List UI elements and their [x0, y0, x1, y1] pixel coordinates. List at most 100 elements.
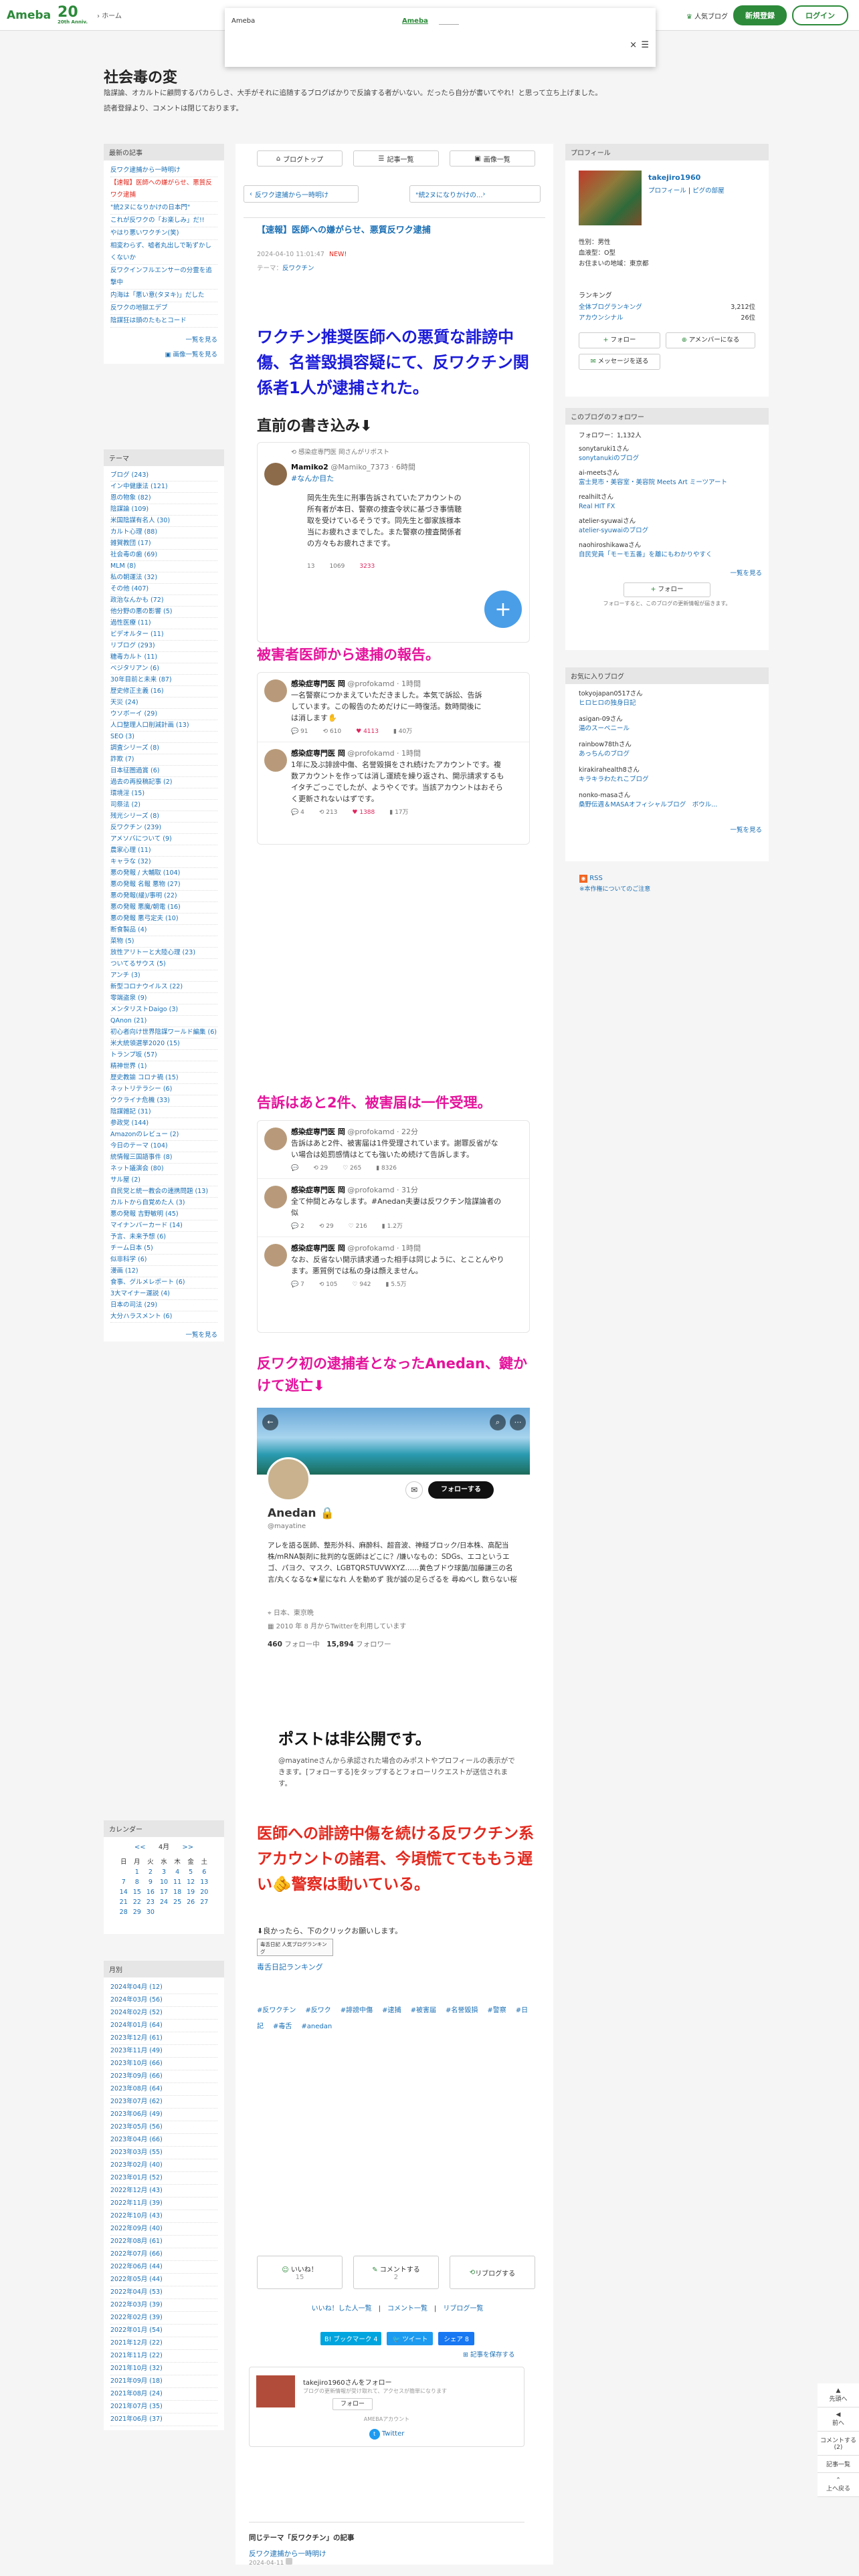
month-item[interactable]: 2023年03月 (55)	[110, 2147, 217, 2159]
follower-blog[interactable]: Real HIT FX	[579, 502, 755, 512]
month-item[interactable]: 2023年10月 (66)	[110, 2058, 217, 2070]
popular-blogs-link[interactable]: ♛ 人気ブログ	[686, 11, 728, 21]
follow-button[interactable]: フォローする	[428, 1481, 494, 1499]
theme-item[interactable]: 残光シリーズ (8)	[110, 811, 217, 823]
theme-item[interactable]: その他 (407)	[110, 584, 217, 595]
calendar-day[interactable]: 27	[197, 1897, 211, 1907]
favorite-item[interactable]: nonko-masaさん 桑野伝週＆MASAオフィシャルブログ ボウル...	[579, 791, 755, 810]
month-item[interactable]: 2024年04月 (12)	[110, 1981, 217, 1994]
month-item[interactable]: 2021年06月 (37)	[110, 2413, 217, 2426]
signup-button[interactable]: 新規登録	[733, 5, 787, 25]
amember-button[interactable]: ⊕ アメンバーになる	[666, 332, 755, 348]
to-top-button[interactable]: ▲ 先頭へ	[818, 2383, 859, 2407]
theme-link[interactable]: 反ワクチン	[282, 265, 314, 272]
theme-item[interactable]: サル屋 (2)	[110, 1175, 217, 1186]
pig-room-link[interactable]: ピグの部屋	[692, 187, 725, 195]
home-link[interactable]: › ホーム	[97, 10, 122, 20]
calendar-next[interactable]: >>	[182, 1844, 193, 1851]
theme-item[interactable]: 悪の発報(緩)/事明 (22)	[110, 891, 217, 902]
recent-post-item[interactable]: やはり悪いワクチン(笑)	[110, 227, 217, 240]
calendar-day[interactable]	[117, 1867, 130, 1877]
theme-item[interactable]: キャラな (32)	[110, 857, 217, 868]
calendar-day[interactable]: 4	[171, 1867, 184, 1877]
theme-item[interactable]: 3大マイナー運説 (4)	[110, 1289, 217, 1300]
theme-item[interactable]: 食事、グルメレポート (6)	[110, 1277, 217, 1289]
theme-item[interactable]: 過去の再投稿記事 (2)	[110, 777, 217, 788]
theme-item[interactable]: 悪の発報 吉野敏明 (45)	[110, 1209, 217, 1220]
recent-more-link[interactable]: 一覧を見る	[104, 332, 224, 346]
popup-ameba-link[interactable]: Ameba	[402, 17, 428, 25]
theme-item[interactable]: メンタリストDaigo (3)	[110, 1004, 217, 1016]
theme-item[interactable]: Amazonのレビュー (2)	[110, 1130, 217, 1141]
images-more-link[interactable]: ▣ 画像一覧を見る	[104, 346, 224, 364]
like-list-link[interactable]: いいね！した人一覧	[312, 2305, 372, 2313]
theme-item[interactable]: イン中健康法 (121)	[110, 481, 217, 493]
theme-item[interactable]: アメソバについて (9)	[110, 834, 217, 845]
follow-button-2[interactable]: + フォロー	[624, 582, 710, 597]
theme-item[interactable]: トランプ坂 (57)	[110, 1050, 217, 1061]
calendar-day[interactable]: 28	[117, 1907, 130, 1917]
month-item[interactable]: 2021年12月 (22)	[110, 2337, 217, 2350]
tweet-item[interactable]: 感染症専門医 岡 @profokamd · 1時間 一名警察につかまえていただき…	[258, 673, 529, 742]
same-theme-item[interactable]: 反ワク逮捕から一時明け	[249, 2549, 326, 2559]
tab-article-list[interactable]: ☰ 記事一覧	[353, 150, 439, 167]
theme-item[interactable]: ビデオルター (11)	[110, 629, 217, 641]
theme-item[interactable]: 糖毒カルト (11)	[110, 652, 217, 663]
theme-item[interactable]: 新型コロナウイルス (22)	[110, 982, 217, 993]
calendar-day[interactable]: 15	[130, 1887, 144, 1897]
tweet-button[interactable]: 🐦 ツイート	[387, 2332, 434, 2345]
calendar-day[interactable]: 3	[157, 1867, 171, 1877]
rss-link[interactable]: ◉ RSS	[579, 875, 650, 883]
month-item[interactable]: 2024年01月 (64)	[110, 2020, 217, 2032]
side-back-top[interactable]: ⌃ 上へ戻る	[818, 2473, 859, 2497]
recent-post-item[interactable]: 相変わらず、嘘者丸出しで恥ずかしくないか	[110, 240, 217, 265]
profile-photo[interactable]	[579, 171, 642, 225]
close-icon[interactable]: ×	[630, 40, 637, 50]
calendar-day[interactable]	[197, 1907, 211, 1917]
theme-item[interactable]: 悪の発報 悪魔/朝電 (16)	[110, 902, 217, 914]
recent-post-item[interactable]: 内海は「悪い意(タヌキ)」だした	[110, 290, 217, 302]
month-item[interactable]: 2022年10月 (43)	[110, 2210, 217, 2223]
favorite-blog[interactable]: 桑野伝週＆MASAオフィシャルブログ ボウル...	[579, 800, 755, 810]
profile-name-link[interactable]: takejiro1960	[648, 173, 700, 182]
month-item[interactable]: 2022年05月 (44)	[110, 2274, 217, 2286]
favorite-item[interactable]: asigan-09さん 湯のスーベニール	[579, 715, 755, 734]
theme-item[interactable]: 放性アリトーと大陸心理 (23)	[110, 948, 217, 959]
theme-item[interactable]: 似非科学 (6)	[110, 1255, 217, 1266]
theme-item[interactable]: 他分野の悪の影響 (5)	[110, 607, 217, 618]
follower-blog[interactable]: 富士見市・美容室・美容院 Meets Art ミーツアート	[579, 478, 755, 488]
hashtag[interactable]: #逮捕	[382, 2007, 401, 2014]
search-icon[interactable]: ⌕	[490, 1414, 506, 1430]
calendar-day[interactable]	[184, 1907, 197, 1917]
login-button[interactable]: ログイン	[792, 5, 848, 25]
side-article-list[interactable]: 記事一覧	[818, 2456, 859, 2473]
prev-post-button[interactable]: ‹ 反ワク逮捕から一時明け	[244, 185, 359, 203]
recent-post-item[interactable]: 反ワクインフルエンサーの分霊を追撃中	[110, 265, 217, 290]
favorite-item[interactable]: rainbow78thさん あっちんのブログ	[579, 740, 755, 759]
theme-item[interactable]: 司祭法 (2)	[110, 800, 217, 811]
theme-item[interactable]: ウクライナ危機 (33)	[110, 1095, 217, 1107]
favorite-item[interactable]: kirakirahealth8さん キラキラわたれこブログ	[579, 766, 755, 784]
theme-item[interactable]: カルト心理 (88)	[110, 527, 217, 538]
follower-item[interactable]: atelier-syuwaiさん atelier-syuwaiのブログ	[579, 517, 755, 536]
calendar-day[interactable]: 19	[184, 1887, 197, 1897]
theme-item[interactable]: 米国陰謀有名人 (30)	[110, 516, 217, 527]
theme-item[interactable]: 農家心理 (11)	[110, 845, 217, 857]
theme-item[interactable]: ベジタリアン (6)	[110, 663, 217, 675]
theme-item[interactable]: 菜物 (5)	[110, 936, 217, 948]
theme-item[interactable]: 大分ハラスメント (6)	[110, 1311, 217, 1323]
themes-more-link[interactable]: 一覧を見る	[104, 1327, 224, 1341]
comment-list-link[interactable]: コメント一覧	[387, 2305, 427, 2313]
month-item[interactable]: 2023年06月 (49)	[110, 2109, 217, 2121]
add-fab-button[interactable]: +	[484, 591, 522, 628]
month-item[interactable]: 2023年08月 (64)	[110, 2083, 217, 2096]
hashtag[interactable]: #毒舌	[273, 2023, 292, 2030]
ranking-badge[interactable]: 毒舌日記 人気ブログランキング	[257, 1939, 333, 1956]
favorite-blog[interactable]: キラキラわたれこブログ	[579, 775, 755, 784]
month-item[interactable]: 2022年02月 (39)	[110, 2312, 217, 2325]
month-item[interactable]: 2023年11月 (49)	[110, 2045, 217, 2058]
theme-item[interactable]: 反ワクチン (239)	[110, 823, 217, 834]
theme-item[interactable]: 恩の物象 (82)	[110, 493, 217, 504]
hashtag[interactable]: #反ワクチン	[257, 2007, 296, 2014]
theme-item[interactable]: 漫画 (12)	[110, 1266, 217, 1277]
